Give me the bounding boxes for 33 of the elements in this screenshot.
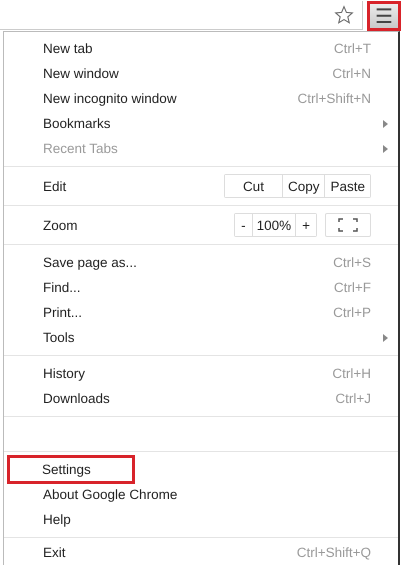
fullscreen-icon [338,218,358,232]
shortcut-label: Ctrl+T [334,41,371,56]
shortcut-label: Ctrl+P [333,305,371,320]
menu-item[interactable]: Tools [43,330,75,345]
submenu-arrow-icon [382,334,388,342]
menu-item[interactable]: Print... [43,305,82,320]
shortcut-label: Ctrl+Shift+Q [296,545,371,560]
submenu-arrow-icon [383,120,388,128]
submenu-arrow-icon [383,144,388,152]
menu-label: Zoom [43,218,78,232]
menu-item[interactable]: Bookmarks [43,116,111,131]
menu-label: Edit [43,178,66,194]
menu-item[interactable]: Help [43,512,71,527]
edit-button[interactable]: Paste [324,175,370,197]
shortcut-label: Ctrl+J [335,391,371,406]
menu-item[interactable]: New tab [43,41,93,56]
menu-item[interactable]: Find... [43,280,81,295]
shortcut-label: Ctrl+S [333,255,371,270]
menu-button[interactable]: ☰ [367,0,401,30]
star-icon[interactable] [334,5,354,25]
menu-item[interactable]: New incognito window [43,91,177,106]
shortcut-label: Ctrl+N [332,66,371,81]
fullscreen-button[interactable] [325,213,371,237]
menu-item[interactable]: History [43,366,86,381]
menu-item[interactable]: Save page as... [43,255,137,270]
shortcut-label: Ctrl+Shift+N [297,91,371,106]
menu-item[interactable]: Downloads [43,391,110,406]
menu-item[interactable]: Settings [7,455,135,484]
shortcut-label: Ctrl+F [334,280,371,295]
shortcut-label: Ctrl+H [332,366,371,381]
menu-item[interactable]: Exit [43,545,66,560]
menu-item[interactable]: About Google Chrome [43,487,178,502]
menu-item[interactable]: New window [43,66,119,81]
